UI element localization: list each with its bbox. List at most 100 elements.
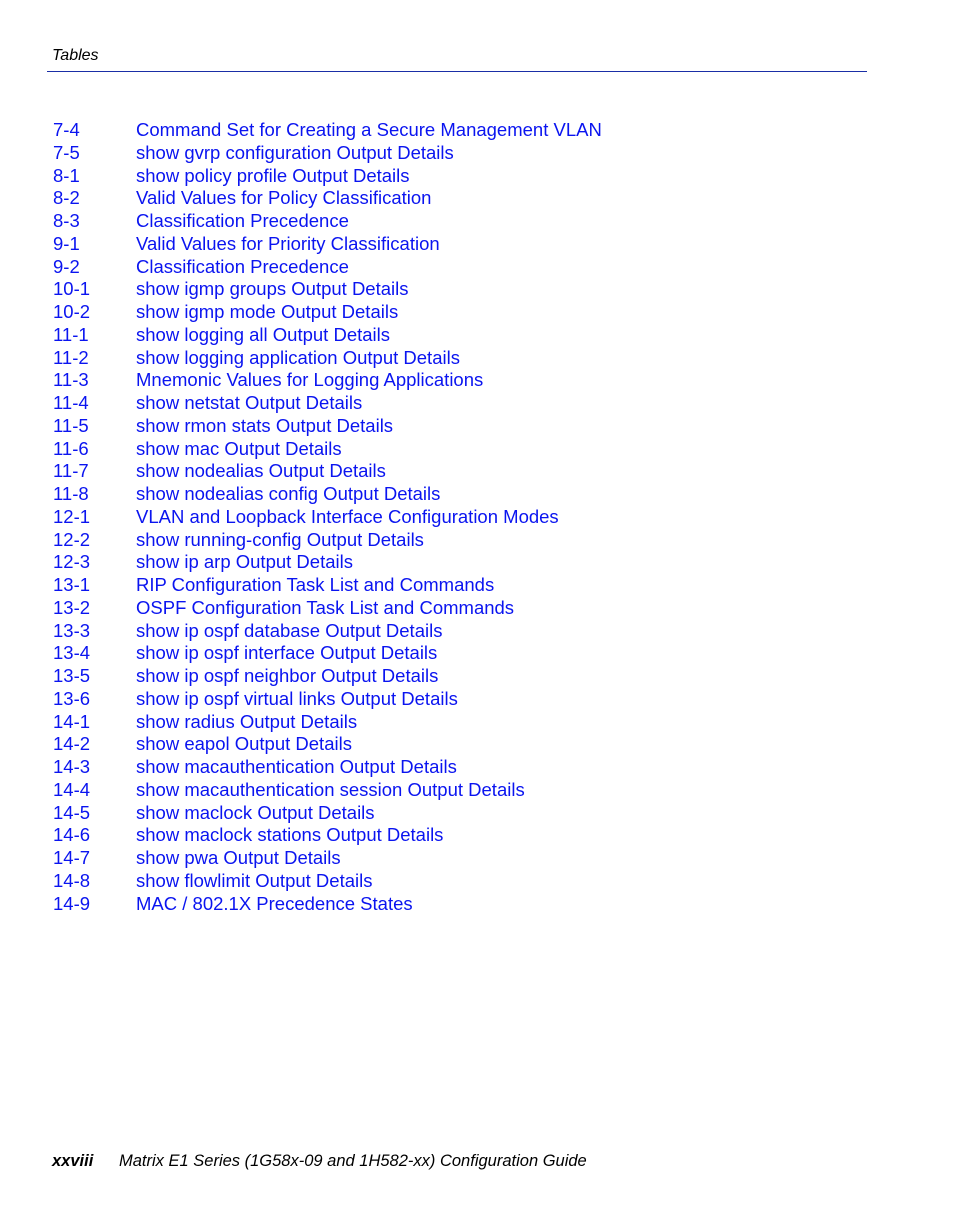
table-number: 14-6 xyxy=(53,824,91,846)
table-title: show mac Output Details xyxy=(136,437,342,459)
table-number: 13-3 xyxy=(53,619,91,641)
table-number: 10-1 xyxy=(53,278,91,300)
toc-entry-link[interactable]: 10-2 show igmp mode Output Details xyxy=(53,301,602,324)
table-number: 14-4 xyxy=(53,778,91,800)
table-title: Valid Values for Policy Classification xyxy=(136,187,432,209)
table-title: show ip ospf database Output Details xyxy=(136,619,443,641)
table-title: VLAN and Loopback Interface Configuratio… xyxy=(136,505,559,527)
table-title: show macauthentication Output Details xyxy=(136,756,457,777)
header-divider xyxy=(47,71,867,72)
toc-entry-link[interactable]: 8-2 Valid Values for Policy Classificatio… xyxy=(53,187,602,210)
table-number: 11-3 xyxy=(53,369,89,391)
table-number: 12-1 xyxy=(53,505,91,527)
table-title: show eapol Output Details xyxy=(136,733,352,755)
table-title: show nodealias Output Details xyxy=(136,460,386,482)
table-title: show ip arp Output Details xyxy=(136,551,353,573)
toc-entry-link[interactable]: 11-3 Mnemonic Values for Logging Applicat… xyxy=(53,369,602,392)
table-title: show igmp mode Output Details xyxy=(136,301,399,322)
toc-entry-link[interactable]: 9-2 Classification Precedence xyxy=(53,256,602,279)
table-title: show flowlimit Output Details xyxy=(136,869,373,891)
table-number: 7-4 xyxy=(53,119,80,140)
toc-entry-link[interactable]: 14-6 show maclock stations Output Details xyxy=(53,824,602,847)
table-title: show maclock stations Output Details xyxy=(136,824,444,846)
toc-entry-link[interactable]: 14-3 show macauthentication Output Detail… xyxy=(53,756,602,779)
table-title: OSPF Configuration Task List and Command… xyxy=(136,596,515,618)
table-title: show igmp groups Output Details xyxy=(136,278,409,300)
toc-entry-link[interactable]: 14-4 show macauthentication session Outpu… xyxy=(53,779,602,802)
table-number: 13-5 xyxy=(53,665,91,686)
table-title: show policy profile Output Details xyxy=(136,164,410,186)
table-number: 11-2 xyxy=(53,346,89,368)
toc-entry-link[interactable]: 14-1 show radius Output Details xyxy=(53,711,602,734)
section-title: Tables xyxy=(52,47,99,64)
toc-entry-link[interactable]: 13-3 show ip ospf database Output Details xyxy=(53,620,602,643)
toc-entry-link[interactable]: 11-4 show netstat Output Details xyxy=(53,392,602,415)
table-number: 14-3 xyxy=(53,756,91,777)
list-of-tables: 7-4 Command Set for Creating a Secure Man… xyxy=(53,119,602,915)
table-number: 11-8 xyxy=(53,483,89,504)
table-number: 11-5 xyxy=(53,414,89,436)
table-title: show gvrp configuration Output Details xyxy=(136,141,454,163)
table-title: show logging all Output Details xyxy=(136,323,391,345)
table-number: 14-2 xyxy=(53,733,91,755)
toc-entry-link[interactable]: 14-8 show flowlimit Output Details xyxy=(53,870,602,893)
toc-entry-link[interactable]: 14-9 MAC / 802.1X Precedence States xyxy=(53,893,602,916)
toc-entry-link[interactable]: 13-1 RIP Configuration Task List and Comm… xyxy=(53,574,602,597)
toc-entry-link[interactable]: 13-6 show ip ospf virtual links Output De… xyxy=(53,688,602,711)
toc-entry-link[interactable]: 11-6 show mac Output Details xyxy=(53,438,602,461)
table-number: 11-6 xyxy=(53,437,89,459)
table-number: 11-7 xyxy=(53,460,89,482)
toc-entry-link[interactable]: 13-2 OSPF Configuration Task List and Com… xyxy=(53,597,602,620)
table-number: 10-2 xyxy=(53,301,91,322)
table-number: 13-6 xyxy=(53,687,91,709)
toc-entry-link[interactable]: 7-4 Command Set for Creating a Secure Man… xyxy=(53,119,602,142)
table-number: 12-3 xyxy=(53,551,91,573)
table-number: 7-5 xyxy=(53,141,80,163)
toc-entry-link[interactable]: 9-1 Valid Values for Priority Classificat… xyxy=(53,233,602,256)
table-title: Classification Precedence xyxy=(136,255,349,277)
toc-entry-link[interactable]: 14-7 show pwa Output Details xyxy=(53,847,602,870)
table-title: Mnemonic Values for Logging Applications xyxy=(136,369,484,391)
table-number: 12-2 xyxy=(53,528,91,550)
toc-entry-link[interactable]: 13-4 show ip ospf interface Output Detail… xyxy=(53,642,602,665)
table-number: 8-3 xyxy=(53,210,80,231)
table-title: show radius Output Details xyxy=(136,710,358,732)
table-title: Valid Values for Priority Classification xyxy=(136,232,440,254)
toc-entry-link[interactable]: 14-2 show eapol Output Details xyxy=(53,733,602,756)
book-title: Matrix E1 Series (1G58x-09 and 1H582-xx)… xyxy=(119,1152,587,1170)
table-title: show macauthentication session Output De… xyxy=(136,778,525,800)
toc-entry-link[interactable]: 14-5 show maclock Output Details xyxy=(53,802,602,825)
table-number: 13-2 xyxy=(53,596,91,618)
table-title: RIP Configuration Task List and Commands xyxy=(136,574,495,595)
toc-entry-link[interactable]: 13-5 show ip ospf neighbor Output Details xyxy=(53,665,602,688)
table-number: 14-1 xyxy=(53,710,91,732)
table-number: 14-9 xyxy=(53,892,91,914)
toc-entry-link[interactable]: 11-7 show nodealias Output Details xyxy=(53,460,602,483)
table-title: show ip ospf neighbor Output Details xyxy=(136,665,439,686)
table-title: show netstat Output Details xyxy=(136,392,363,413)
table-title: show running-config Output Details xyxy=(136,528,424,550)
table-number: 8-2 xyxy=(53,187,80,209)
toc-entry-link[interactable]: 11-8 show nodealias config Output Details xyxy=(53,483,602,506)
toc-entry-link[interactable]: 11-5 show rmon stats Output Details xyxy=(53,415,602,438)
toc-entry-link[interactable]: 7-5 show gvrp configuration Output Detail… xyxy=(53,142,602,165)
table-number: 8-1 xyxy=(53,164,80,186)
toc-entry-link[interactable]: 12-1 VLAN and Loopback Interface Configur… xyxy=(53,506,602,529)
toc-entry-link[interactable]: 11-1 show logging all Output Details xyxy=(53,324,602,347)
table-number: 14-5 xyxy=(53,801,91,823)
toc-entry-link[interactable]: 12-2 show running-config Output Details xyxy=(53,529,602,552)
table-title: show rmon stats Output Details xyxy=(136,414,394,436)
table-title: show logging application Output Details xyxy=(136,346,460,368)
toc-entry-link[interactable]: 11-2 show logging application Output Deta… xyxy=(53,347,602,370)
table-number: 13-4 xyxy=(53,642,91,664)
toc-entry-link[interactable]: 10-1 show igmp groups Output Details xyxy=(53,278,602,301)
toc-entry-link[interactable]: 8-1 show policy profile Output Details xyxy=(53,165,602,188)
page-number: xxviii xyxy=(52,1152,94,1170)
table-number: 11-1 xyxy=(53,323,89,345)
table-title: Command Set for Creating a Secure Manage… xyxy=(136,119,602,140)
toc-entry-link[interactable]: 8-3 Classification Precedence xyxy=(53,210,602,233)
table-title: show ip ospf interface Output Details xyxy=(136,642,438,664)
table-title: MAC / 802.1X Precedence States xyxy=(136,892,413,914)
table-number: 11-4 xyxy=(53,392,89,413)
toc-entry-link[interactable]: 12-3 show ip arp Output Details xyxy=(53,551,602,574)
